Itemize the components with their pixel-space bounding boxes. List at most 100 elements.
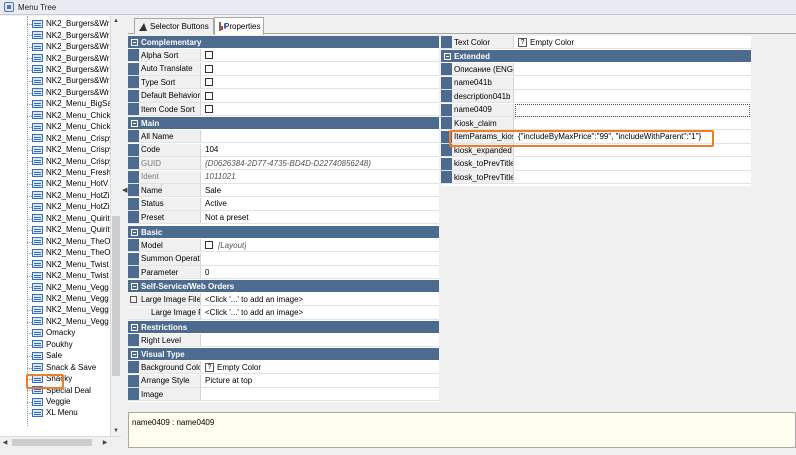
collapse-icon[interactable]	[130, 296, 137, 303]
property-row[interactable]: Image	[128, 388, 439, 402]
tab-properties[interactable]: Properties	[214, 17, 264, 35]
property-row[interactable]: kiosk_toPrevTitle	[441, 171, 751, 185]
tree-node[interactable]: NK2_Burgers&Wr	[32, 18, 109, 29]
property-row[interactable]: Default Behavior	[128, 89, 439, 103]
tab-selector-buttons[interactable]: Selector Buttons	[134, 18, 214, 34]
menu-node-icon	[32, 31, 43, 40]
scroll-left-icon[interactable]: ◀	[0, 437, 10, 447]
tree-node[interactable]: NK2_Menu_Crispy	[32, 155, 113, 166]
property-row[interactable]: Model [Layout]	[128, 239, 439, 253]
category-complementary[interactable]: Complementary	[128, 36, 439, 48]
property-row[interactable]: Item Code Sort	[128, 103, 439, 117]
tree-node[interactable]: Omacky	[32, 327, 75, 338]
tree-node[interactable]: NK2_Burgers&Wr	[32, 52, 109, 63]
menu-tree-panel[interactable]: NK2_Burgers&Wr NK2_Burgers&Wr NK2_Burgers&…	[0, 16, 121, 441]
tree-node[interactable]: NK2_Menu_Vegg	[32, 304, 109, 315]
tree-node[interactable]: NK2_Menu_Chick	[32, 110, 110, 121]
collapse-icon[interactable]	[131, 324, 138, 331]
tree-node[interactable]: NK2_Menu_BigSa	[32, 98, 112, 109]
scroll-down-icon[interactable]: ▼	[111, 426, 121, 436]
property-row[interactable]: Arrange Style Picture at top	[128, 374, 439, 388]
alpha-sort-checkbox[interactable]	[205, 51, 213, 60]
property-row[interactable]: Type Sort	[128, 76, 439, 90]
collapse-icon[interactable]	[131, 39, 138, 46]
property-row[interactable]: Large Image F <Click '...' to add an ima…	[128, 306, 439, 320]
color-picker-icon[interactable]: ?	[518, 37, 527, 47]
property-row[interactable]: Описание (ENG	[441, 63, 751, 77]
property-row[interactable]: Preset Not a preset	[128, 211, 439, 225]
collapse-icon[interactable]	[131, 351, 138, 358]
tree-node[interactable]: NK2_Menu_Twist	[32, 258, 109, 269]
tree-node[interactable]: NK2_Menu_Quirit	[32, 224, 110, 235]
category-self-service[interactable]: Self-Service/Web Orders	[128, 280, 439, 292]
property-row[interactable]: Summon Operati	[128, 252, 439, 266]
auto-translate-checkbox[interactable]	[205, 64, 213, 73]
tree-node[interactable]: NK2_Menu_Crispy	[32, 144, 113, 155]
property-row[interactable]: Ident 1011021	[128, 170, 439, 184]
tree-node[interactable]: NK2_Menu_Vegg	[32, 293, 109, 304]
tree-node[interactable]: NK2_Burgers&Wr	[32, 75, 109, 86]
tree-node[interactable]: NK2_Menu_HotZi	[32, 190, 110, 201]
property-row[interactable]: Name Sale	[128, 184, 439, 198]
collapse-left-icon[interactable]: ◀	[122, 186, 127, 194]
scroll-thumb[interactable]	[112, 216, 120, 376]
tree-node[interactable]: NK2_Menu_Chick	[32, 121, 110, 132]
tree-node[interactable]: Snack & Save	[32, 362, 96, 373]
property-row[interactable]: Text Color ? Empty Color	[441, 36, 751, 50]
color-picker-icon[interactable]: ?	[205, 362, 214, 372]
tree-node[interactable]: NK2_Burgers&Wr	[32, 29, 109, 40]
model-checkbox[interactable]	[205, 241, 213, 250]
tree-node[interactable]: XL Menu	[32, 407, 78, 418]
tree-node[interactable]: NK2_Menu_TheO	[32, 236, 110, 247]
tree-node[interactable]: NK2_Menu_TheO	[32, 247, 110, 258]
tree-node[interactable]: NK2_Menu_HotV	[32, 178, 108, 189]
property-row[interactable]: Status Active	[128, 197, 439, 211]
tree-node[interactable]: NK2_Burgers&Wr	[32, 87, 109, 98]
default-behavior-checkbox[interactable]	[205, 91, 213, 100]
property-row[interactable]: All Name	[128, 130, 439, 144]
tree-node[interactable]: NK2_Menu_HotZi	[32, 201, 110, 212]
tree-horizontal-scrollbar[interactable]: ◀ ▶	[0, 436, 121, 447]
property-row[interactable]: description041b	[441, 90, 751, 104]
item-code-sort-checkbox[interactable]	[205, 105, 213, 114]
tree-node[interactable]: NK2_Menu_Vegg	[32, 281, 109, 292]
property-row[interactable]: Alpha Sort	[128, 49, 439, 63]
collapse-icon[interactable]	[131, 229, 138, 236]
property-row[interactable]: Auto Translate	[128, 62, 439, 76]
tree-node[interactable]: Veggie	[32, 396, 70, 407]
tree-node[interactable]: NK2_Menu_Quirit	[32, 213, 110, 224]
scroll-up-icon[interactable]: ▲	[111, 16, 121, 26]
property-row[interactable]: name041b	[441, 76, 751, 90]
scroll-right-icon[interactable]: ▶	[100, 437, 110, 447]
category-basic[interactable]: Basic	[128, 226, 439, 238]
category-restrictions[interactable]: Restrictions	[128, 321, 439, 333]
property-row[interactable]: Kiosk_claim	[441, 117, 751, 131]
hscroll-thumb[interactable]	[12, 439, 92, 446]
tree-node[interactable]: NK2_Burgers&Wr	[32, 64, 109, 75]
collapse-icon[interactable]	[444, 53, 451, 60]
property-row[interactable]: name0409	[441, 103, 751, 117]
tree-node[interactable]: NK2_Menu_Fresh	[32, 167, 111, 178]
tree-node[interactable]: NK2_Menu_Twist	[32, 270, 109, 281]
collapse-icon[interactable]	[131, 283, 138, 290]
property-row[interactable]: Large Image File <Click '...' to add an …	[128, 293, 439, 307]
type-sort-checkbox[interactable]	[205, 78, 213, 87]
category-visual-type[interactable]: Visual Type	[128, 348, 439, 360]
menu-node-icon	[32, 19, 43, 28]
property-row[interactable]: Right Level	[128, 334, 439, 348]
property-row[interactable]: kiosk_toPrevTitle	[441, 157, 751, 171]
tree-node[interactable]: NK2_Menu_Vegg	[32, 316, 109, 327]
property-row[interactable]: Parameter 0	[128, 266, 439, 280]
tree-node[interactable]: Sale	[32, 350, 62, 361]
tree-node[interactable]: Poukhy	[32, 339, 73, 350]
category-main[interactable]: Main	[128, 117, 439, 129]
tree-node[interactable]: NK2_Menu_Crispy	[32, 133, 113, 144]
tree-node[interactable]: NK2_Burgers&Wr	[32, 41, 109, 52]
category-extended[interactable]: Extended	[441, 50, 751, 62]
tab-label: Selector Buttons	[150, 22, 209, 31]
property-row[interactable]: GUID {D0626384-2D77-4735-BD4D-D227408562…	[128, 157, 439, 171]
property-row[interactable]: Code 104	[128, 143, 439, 157]
collapse-icon[interactable]	[131, 120, 138, 127]
tree-vertical-scrollbar[interactable]: ▲ ▼	[110, 16, 121, 436]
property-row[interactable]: Background Colo ? Empty Color	[128, 361, 439, 375]
